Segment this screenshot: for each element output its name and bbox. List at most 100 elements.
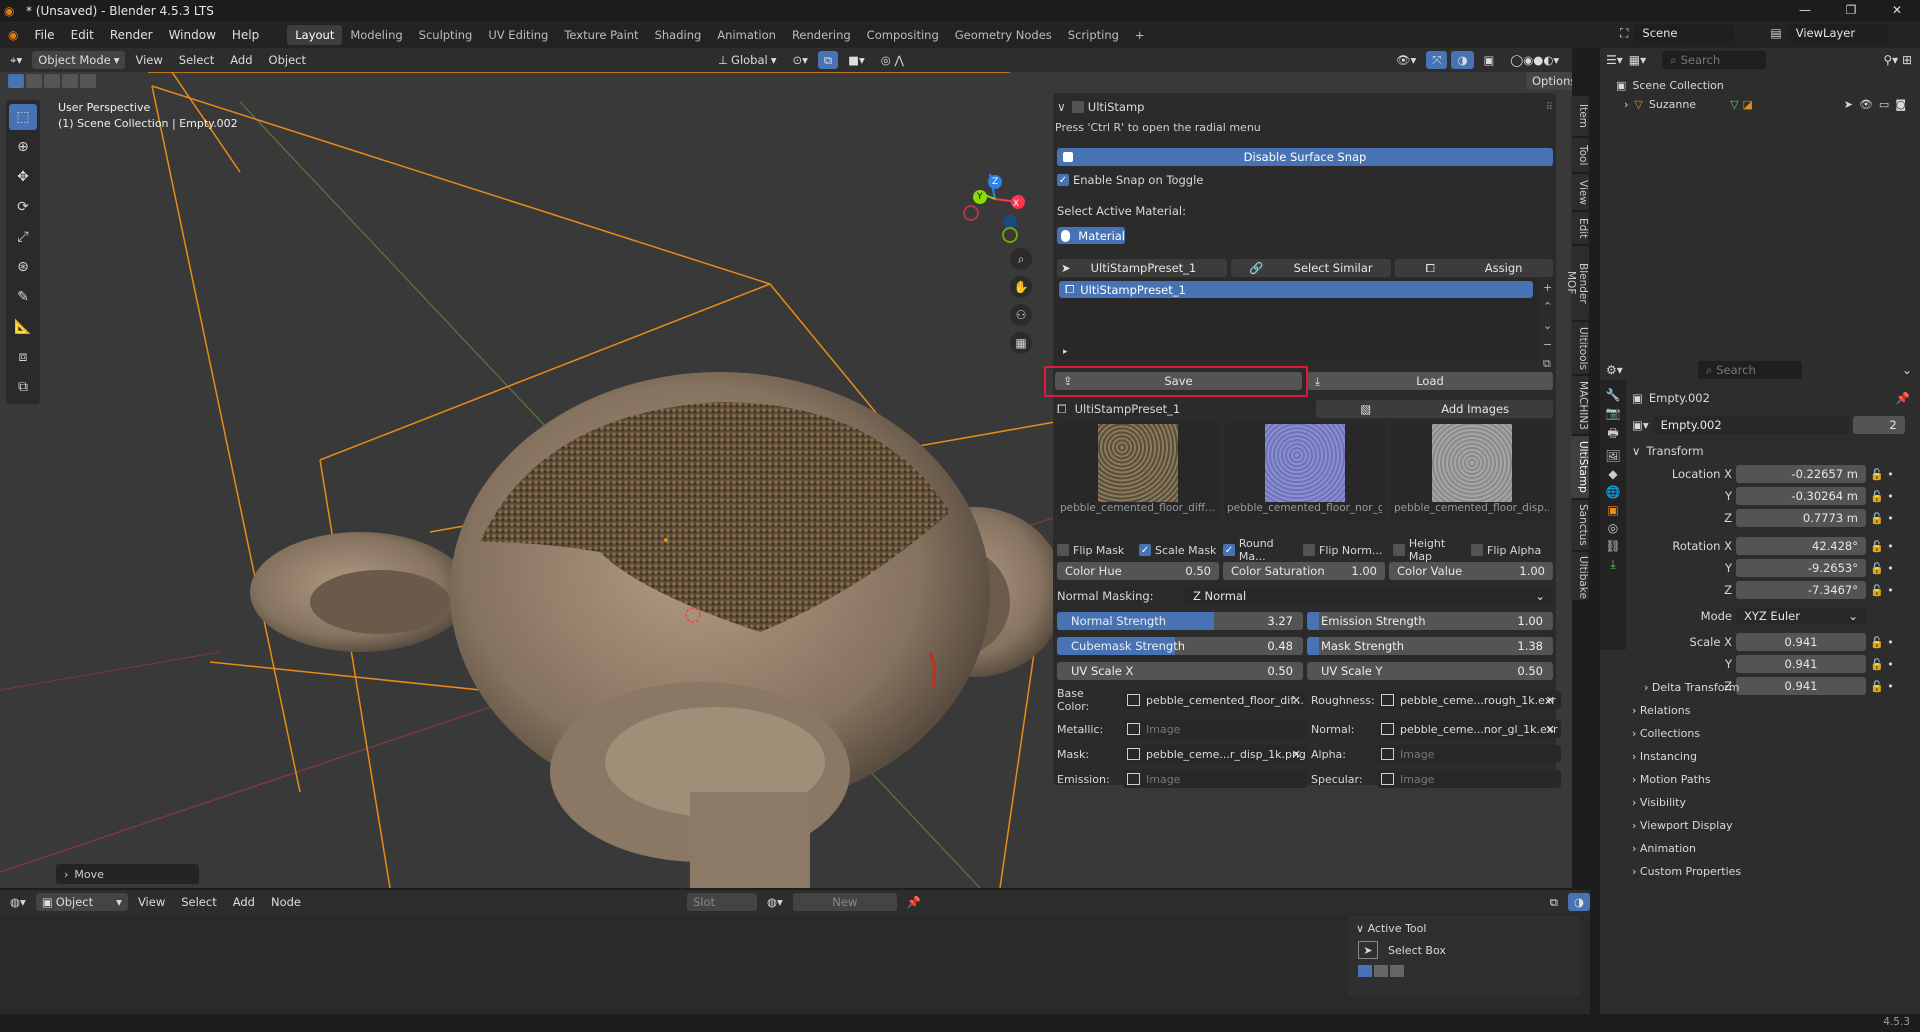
load-button[interactable]: ⤓ Load	[1307, 372, 1553, 390]
tab-item[interactable]: Item	[1571, 96, 1589, 136]
constraints-tab-icon[interactable]: ⛓	[1605, 539, 1620, 553]
gizmo-y-label[interactable]: Y	[977, 192, 983, 202]
tab-view[interactable]: View	[1571, 174, 1589, 210]
uv-scale-y-field[interactable]: UV Scale Y 0.50	[1307, 662, 1553, 680]
mask-image-field[interactable]: pebble_ceme...r_disp_1k.png ✕	[1123, 745, 1307, 763]
height-map-toggle[interactable]: Height Map	[1393, 537, 1471, 563]
menu-select[interactable]: Select	[173, 51, 220, 69]
menu-view[interactable]: View	[129, 51, 168, 69]
color-value-field[interactable]: Color Value 1.00	[1389, 562, 1553, 580]
zoom-icon[interactable]: ⌕	[1010, 248, 1032, 270]
tab-scripting[interactable]: Scripting	[1060, 25, 1127, 45]
add-workspace-button[interactable]: +	[1127, 25, 1153, 45]
annotate-icon[interactable]: ✎	[9, 284, 37, 310]
roughness-image-field[interactable]: pebble_ceme...rough_1k.exr ✕	[1377, 691, 1561, 709]
assign-button[interactable]: ⧠ Assign	[1395, 259, 1553, 277]
tab-sculpting[interactable]: Sculpting	[411, 25, 481, 45]
maximize-icon[interactable]: ❐	[1828, 0, 1874, 21]
tab-machin3[interactable]: MACHIN3	[1571, 376, 1589, 434]
scale-mask-toggle[interactable]: ✓ Scale Mask	[1139, 544, 1223, 557]
object-name-field[interactable]: Empty.002	[1652, 416, 1849, 434]
snap-target-icon[interactable]: ■▾	[842, 51, 871, 69]
rotation-z-field[interactable]: -7.3467°	[1736, 581, 1866, 599]
rotate-icon[interactable]: ⟳	[9, 194, 37, 220]
tab-rendering[interactable]: Rendering	[784, 25, 859, 45]
eye-icon[interactable]: 👁	[1859, 95, 1873, 114]
camera-view-icon[interactable]: ⚇	[1010, 304, 1032, 326]
object-datablock-icon[interactable]: ▣▾	[1632, 418, 1649, 432]
properties-editor-icon[interactable]: ⚙▾	[1606, 363, 1623, 377]
rotation-x-field[interactable]: 42.428°	[1736, 537, 1866, 555]
outliner-editor-icon[interactable]: ☰▾	[1606, 53, 1623, 67]
select-similar-button[interactable]: 🔗 Select Similar	[1231, 259, 1391, 277]
viewport-display-section[interactable]: › Viewport Display	[1632, 814, 1912, 837]
visibility-icon[interactable]: 👁▾	[1390, 51, 1422, 69]
close-icon[interactable]: ✕	[1874, 0, 1920, 21]
expand-arrow-icon[interactable]: ›	[1624, 95, 1628, 114]
pan-hand-icon[interactable]: ✋	[1010, 276, 1032, 298]
select-extend-icon[interactable]	[1374, 965, 1388, 977]
render-tab-icon[interactable]: 📷	[1606, 406, 1621, 420]
add-cube-icon[interactable]: ⧈	[9, 344, 37, 370]
menu-window[interactable]: Window	[161, 28, 224, 42]
enable-snap-toggle-checkbox[interactable]: ✓	[1057, 174, 1069, 186]
specular-image-field[interactable]: Image	[1377, 770, 1561, 788]
emission-strength-slider[interactable]: Emission Strength 1.00	[1307, 612, 1553, 630]
round-mask-toggle[interactable]: ✓ Round Ma...	[1223, 537, 1303, 563]
lock-icon[interactable]: 🔓 •	[1870, 512, 1910, 525]
gizmo-x-label[interactable]: X	[1013, 199, 1019, 209]
data-tab-icon[interactable]: ⤓	[1610, 557, 1615, 572]
display-mode-icon[interactable]: ▦▾	[1629, 53, 1646, 67]
base-color-image-field[interactable]: pebble_cemented_floor_dif... ✕	[1123, 691, 1307, 709]
material-button[interactable]: Material	[1057, 227, 1125, 244]
properties-search-input[interactable]: ⌕ Search	[1697, 361, 1802, 379]
minimize-icon[interactable]: —	[1782, 0, 1828, 21]
new-material-button[interactable]: New	[792, 893, 897, 911]
add-images-button[interactable]: ▧ Add Images	[1316, 400, 1553, 418]
select-subtract-icon[interactable]	[1390, 965, 1404, 977]
select-box-icon[interactable]: ➤	[1358, 941, 1378, 959]
select-intersect-icon[interactable]	[80, 74, 96, 88]
active-tool-header[interactable]: ∨ Active Tool	[1348, 916, 1580, 941]
clear-icon[interactable]: ✕	[1292, 694, 1301, 707]
menu-help[interactable]: Help	[224, 28, 267, 42]
output-tab-icon[interactable]: 🖶	[1607, 424, 1618, 445]
proportional-edit-icon[interactable]: ◎ ⋀	[875, 51, 910, 69]
scene-tab-icon[interactable]: ◆	[1608, 467, 1617, 481]
uv-scale-x-field[interactable]: UV Scale X 0.50	[1057, 662, 1303, 680]
editor-type-icon[interactable]: ⌖▾	[4, 51, 28, 69]
ultistamp-tool-icon[interactable]: ⧉	[9, 374, 37, 400]
select-extend-icon[interactable]	[26, 74, 42, 88]
tab-blender-mof[interactable]: Blender MOF	[1565, 246, 1589, 320]
tab-shading[interactable]: Shading	[647, 25, 710, 45]
location-y-field[interactable]: -0.30264 m	[1736, 487, 1866, 505]
chevron-down-icon[interactable]: ⌄	[1902, 363, 1912, 377]
list-remove-icon[interactable]: −	[1543, 338, 1552, 351]
tab-texture-paint[interactable]: Texture Paint	[556, 25, 646, 45]
lock-icon[interactable]: 🔓 •	[1870, 562, 1910, 575]
scale-icon[interactable]: ⤢	[9, 224, 37, 250]
scale-x-field[interactable]: 0.941	[1736, 633, 1866, 651]
rotation-mode-dropdown[interactable]: XYZ Euler ⌄	[1736, 607, 1866, 625]
users-count[interactable]: 2	[1852, 416, 1905, 434]
render-camera-icon[interactable]: ◙	[1895, 95, 1906, 114]
normal-masking-dropdown[interactable]: Z Normal ⌄	[1185, 587, 1553, 605]
list-up-icon[interactable]: ⌃	[1543, 300, 1552, 313]
move-icon[interactable]: ✥	[9, 164, 37, 190]
tab-ultitools[interactable]: Ultitools	[1571, 322, 1589, 374]
tab-tool[interactable]: Tool	[1571, 138, 1589, 172]
monitor-icon[interactable]: ▭	[1879, 95, 1889, 114]
instancing-section[interactable]: › Instancing	[1632, 745, 1912, 768]
normal-strength-slider[interactable]: Normal Strength 3.27	[1057, 612, 1303, 630]
outliner-search-input[interactable]: ⌕ Search	[1662, 51, 1767, 69]
flip-alpha-toggle[interactable]: Flip Alpha	[1471, 544, 1541, 557]
slot-dropdown[interactable]: Slot	[687, 893, 757, 911]
perspective-grid-icon[interactable]: ▦	[1010, 332, 1032, 354]
menu-select[interactable]: Select	[175, 893, 222, 911]
list-expand-icon[interactable]: ▸	[1063, 347, 1068, 357]
tab-sanctus[interactable]: Sanctus	[1571, 500, 1589, 550]
tab-compositing[interactable]: Compositing	[859, 25, 947, 45]
select-invert-icon[interactable]	[62, 74, 78, 88]
lock-icon[interactable]: 🔓 •	[1870, 584, 1910, 597]
save-button[interactable]: ⇪ Save	[1055, 372, 1302, 390]
